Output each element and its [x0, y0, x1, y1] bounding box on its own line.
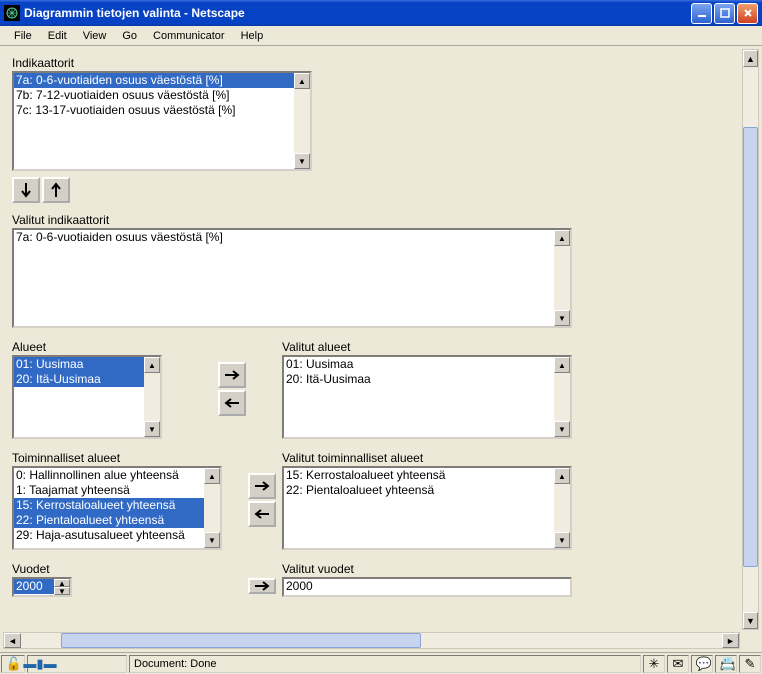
composer-icon[interactable]: ✎ — [744, 656, 756, 672]
add-toiminnallinen-button[interactable] — [248, 473, 276, 499]
arrow-up-icon — [50, 182, 62, 198]
status-text: Document: Done — [134, 658, 217, 670]
list-item[interactable]: 01: Uusimaa — [284, 357, 554, 372]
list-item[interactable]: 22: Pientaloalueet yhteensä — [284, 483, 554, 498]
add-alue-button[interactable] — [218, 362, 246, 388]
label-valitut-vuodet: Valitut vuodet — [282, 562, 734, 576]
label-valitut-toiminnalliset: Valitut toiminnalliset alueet — [282, 451, 734, 465]
arrow-right-icon — [254, 581, 270, 591]
listbox-toiminnalliset[interactable]: 0: Hallinnollinen alue yhteensä 1: Taaja… — [12, 466, 222, 550]
arrow-down-icon — [20, 182, 32, 198]
list-item[interactable]: 2000 — [284, 579, 570, 594]
list-item[interactable]: 7a: 0-6-vuotiaiden osuus väestöstä [%] — [14, 73, 294, 88]
minimize-button[interactable] — [691, 3, 712, 24]
list-item[interactable]: 01: Uusimaa — [14, 357, 144, 372]
arrow-left-icon — [224, 397, 240, 409]
arrow-right-icon — [254, 480, 270, 492]
list-item[interactable]: 7c: 13-17-vuotiaiden osuus väestöstä [%] — [14, 103, 294, 118]
list-item[interactable]: 0: Hallinnollinen alue yhteensä — [14, 468, 204, 483]
menu-go[interactable]: Go — [114, 28, 145, 44]
list-item[interactable]: 7b: 7-12-vuotiaiden osuus väestöstä [%] — [14, 88, 294, 103]
listbox-valitut-indikaattorit[interactable]: 7a: 0-6-vuotiaiden osuus väestöstä [%] ▲… — [12, 228, 572, 328]
discuss-icon[interactable]: 💬 — [696, 656, 712, 672]
label-vuodet: Vuodet — [12, 562, 242, 576]
arrow-left-icon — [254, 508, 270, 520]
listbox-alueet[interactable]: 01: Uusimaa 20: Itä-Uusimaa ▲▼ — [12, 355, 162, 439]
list-item[interactable]: 15: Kerrostaloalueet yhteensä — [14, 498, 204, 513]
list-item[interactable]: 29: Haja-asutusalueet yhteensä — [14, 528, 204, 543]
page-content: Indikaattorit 7a: 0-6-vuotiaiden osuus v… — [6, 50, 740, 630]
navigator-icon[interactable]: ✳ — [648, 656, 660, 672]
list-item[interactable]: 1: Taajamat yhteensä — [14, 483, 204, 498]
menu-file[interactable]: File — [6, 28, 40, 44]
listbox-vuodet[interactable]: 2000 ▲▼ — [12, 577, 72, 597]
addressbook-icon[interactable]: 📇 — [720, 656, 736, 672]
content-vertical-scrollbar[interactable]: ▲ ▼ — [742, 49, 759, 630]
titlebar: Diagrammin tietojen valinta - Netscape — [0, 0, 762, 26]
menu-communicator[interactable]: Communicator — [145, 28, 233, 44]
move-down-button[interactable] — [12, 177, 40, 203]
scroll-thumb[interactable] — [61, 633, 421, 648]
listbox-indikaattorit[interactable]: 7a: 0-6-vuotiaiden osuus väestöstä [%] 7… — [12, 71, 312, 171]
remove-toiminnallinen-button[interactable] — [248, 501, 276, 527]
lock-icon: 🔓 — [6, 656, 22, 672]
list-item[interactable]: 20: Itä-Uusimaa — [14, 372, 144, 387]
client-area: Indikaattorit 7a: 0-6-vuotiaiden osuus v… — [0, 46, 762, 652]
list-item[interactable]: 22: Pientaloalueet yhteensä — [14, 513, 204, 528]
statusbar: 🔓 ▬▮▬ Document: Done ✳ ✉ 💬 📇 ✎ — [0, 652, 762, 674]
listbox-scrollbar[interactable]: ▲▼ — [54, 579, 70, 595]
listbox-scrollbar[interactable]: ▲▼ — [554, 468, 570, 548]
scroll-right-icon[interactable]: ► — [722, 633, 739, 648]
scroll-down-icon[interactable]: ▼ — [743, 612, 758, 629]
menu-edit[interactable]: Edit — [40, 28, 75, 44]
label-toiminnalliset: Toiminnalliset alueet — [12, 451, 242, 465]
list-item[interactable]: 7a: 0-6-vuotiaiden osuus väestöstä [%] — [14, 230, 554, 245]
progress-icon: ▬▮▬ — [32, 656, 48, 672]
close-button[interactable] — [737, 3, 758, 24]
listbox-scrollbar[interactable]: ▲▼ — [294, 73, 310, 169]
move-up-button[interactable] — [42, 177, 70, 203]
listbox-scrollbar[interactable]: ▲▼ — [554, 357, 570, 437]
list-item[interactable]: 20: Itä-Uusimaa — [284, 372, 554, 387]
scroll-thumb[interactable] — [743, 127, 758, 567]
listbox-valitut-alueet[interactable]: 01: Uusimaa 20: Itä-Uusimaa ▲▼ — [282, 355, 572, 439]
listbox-scrollbar[interactable]: ▲▼ — [144, 357, 160, 437]
label-indikaattorit: Indikaattorit — [12, 56, 734, 70]
listbox-valitut-vuodet[interactable]: 2000 — [282, 577, 572, 597]
listbox-valitut-toiminnalliset[interactable]: 15: Kerrostaloalueet yhteensä 22: Pienta… — [282, 466, 572, 550]
label-valitut-alueet: Valitut alueet — [282, 340, 734, 354]
scroll-corner — [742, 632, 759, 649]
menu-view[interactable]: View — [75, 28, 115, 44]
remove-alue-button[interactable] — [218, 390, 246, 416]
listbox-scrollbar[interactable]: ▲▼ — [554, 230, 570, 326]
scroll-left-icon[interactable]: ◄ — [4, 633, 21, 648]
app-icon — [4, 5, 20, 21]
menu-help[interactable]: Help — [233, 28, 272, 44]
window-title: Diagrammin tietojen valinta - Netscape — [24, 6, 691, 20]
list-item[interactable]: 15: Kerrostaloalueet yhteensä — [284, 468, 554, 483]
arrow-right-icon — [224, 369, 240, 381]
mail-icon[interactable]: ✉ — [672, 656, 684, 672]
add-vuosi-button[interactable] — [248, 578, 276, 594]
label-alueet: Alueet — [12, 340, 182, 354]
scroll-up-icon[interactable]: ▲ — [743, 50, 758, 67]
listbox-scrollbar[interactable]: ▲▼ — [204, 468, 220, 548]
content-horizontal-scrollbar[interactable]: ◄ ► — [3, 632, 740, 649]
label-valitut-indikaattorit: Valitut indikaattorit — [12, 213, 734, 227]
maximize-button[interactable] — [714, 3, 735, 24]
menubar: File Edit View Go Communicator Help — [0, 26, 762, 46]
list-item[interactable]: 2000 — [14, 579, 54, 594]
